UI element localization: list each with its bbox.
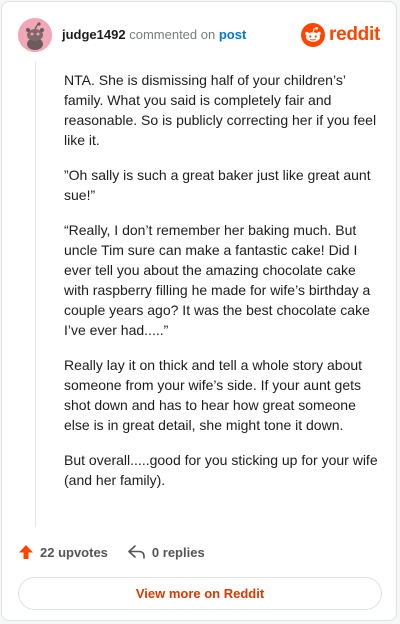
arrow-up-icon — [19, 545, 33, 559]
comment-paragraph: NTA. She is dismissing half of your chil… — [64, 72, 377, 148]
username[interactable]: judge1492 — [62, 27, 126, 42]
user-avatar[interactable] — [18, 18, 52, 52]
reply-button[interactable]: 0 replies — [128, 544, 205, 560]
thread-line — [35, 62, 36, 527]
comment-paragraph: But overall.....good for you sticking up… — [64, 452, 378, 488]
upvote-button[interactable]: 22 upvotes — [18, 544, 108, 560]
reddit-wordmark: reddit — [329, 24, 380, 45]
comment-body: NTA. She is dismissing half of your chil… — [64, 70, 382, 505]
comment-card: judge1492 commented on post reddit NTA. … — [1, 1, 397, 621]
view-more-button[interactable]: View more on Reddit — [18, 577, 382, 610]
reddit-snoo-icon — [301, 23, 326, 47]
reply-arrow-icon — [128, 545, 145, 559]
snoo-avatar-icon — [18, 18, 52, 52]
post-link[interactable]: post — [219, 27, 246, 42]
comment-paragraph: “Really, I don’t remember her baking muc… — [64, 222, 371, 338]
reddit-logo[interactable]: reddit — [301, 22, 380, 48]
comment-footer: 22 upvotes 0 replies — [18, 542, 225, 562]
comment-paragraph: Really lay it on thick and tell a whole … — [64, 357, 363, 433]
comment-header: judge1492 commented on post reddit — [18, 18, 380, 52]
reply-count: 0 replies — [151, 544, 205, 560]
comment-paragraph: ”Oh sally is such a great baker just lik… — [64, 167, 371, 203]
comment-meta: judge1492 commented on post — [62, 27, 246, 43]
action-text: commented on — [129, 27, 216, 42]
upvote-count: 22 upvotes — [40, 544, 108, 560]
